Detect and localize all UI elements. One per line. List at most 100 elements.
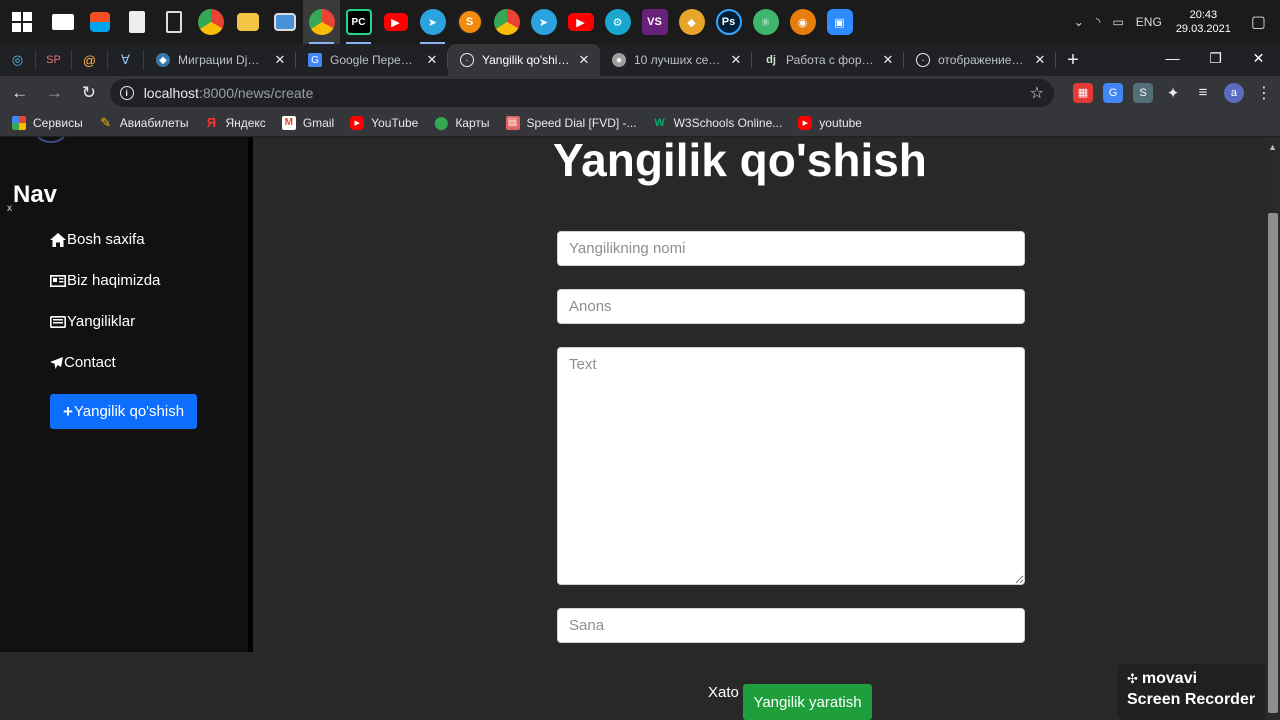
taskbar-file-icon[interactable] [118, 0, 155, 44]
bookmark-youtube[interactable]: ▶ YouTube [350, 115, 418, 130]
pinned-tab-4[interactable]: ∀ [108, 50, 144, 70]
tab-active[interactable]: · Yangilik qo'shish ✕ [448, 44, 600, 76]
taskbar-explorer-icon[interactable] [229, 0, 266, 44]
taskbar-youtube-icon[interactable]: ▶ [562, 0, 599, 44]
extensions-puzzle-icon[interactable]: ✦ [1163, 83, 1183, 103]
bookmark-gmail[interactable]: M Gmail [281, 115, 335, 130]
close-icon[interactable]: ✕ [424, 52, 440, 68]
tab-1[interactable]: ◆ Миграции Django ✕ [144, 44, 296, 76]
taskbar-telegram-icon[interactable]: ➤ [414, 0, 451, 44]
taskbar-blender-icon[interactable]: ◉ [784, 0, 821, 44]
pinned-tab-2[interactable]: SP [36, 50, 72, 70]
sidebar-item-news[interactable]: Yangiliklar [50, 313, 135, 330]
close-icon[interactable]: x [7, 203, 12, 214]
sidebar-item-home[interactable]: Bosh saxifa [50, 231, 145, 248]
extension-translate-icon[interactable]: G [1102, 82, 1123, 103]
reload-icon[interactable]: ↻ [74, 78, 104, 108]
taskbar-zoom-icon[interactable]: ▣ [821, 0, 858, 44]
taskbar-chrome-2-icon[interactable] [488, 0, 525, 44]
tab-4[interactable]: ● 10 лучших серверов ✕ [600, 44, 752, 76]
clock-date: 29.03.2021 [1175, 23, 1231, 35]
taskbar-photoshop-icon[interactable]: Ps [710, 0, 747, 44]
pinned-tab-3[interactable]: @ [72, 50, 108, 70]
language-indicator[interactable]: ENG [1136, 15, 1162, 29]
close-icon[interactable]: ✕ [576, 52, 592, 68]
close-icon[interactable]: ✕ [272, 52, 288, 68]
bookmark-star-icon[interactable]: ☆ [1030, 83, 1044, 103]
close-window-icon[interactable]: ✕ [1237, 44, 1280, 72]
wifi-icon[interactable]: ◝ [1096, 15, 1101, 29]
extensions-area: ▦ G S ✦ ≡ a ⋮ [1068, 82, 1280, 103]
info-icon[interactable]: i [119, 85, 134, 100]
taskbar-youtube-app-icon[interactable]: ▶ [377, 0, 414, 44]
taskbar-chrome-icon[interactable] [192, 0, 229, 44]
news-anons-input[interactable] [557, 289, 1025, 324]
add-news-button-label: Yangilik qo'shish [73, 403, 185, 420]
browser-tab-strip: ◎ SP @ ∀ ◆ Миграции Django ✕ G Google Пе… [0, 44, 1280, 76]
notifications-icon[interactable]: ▢ [1251, 12, 1266, 32]
extension-s-icon[interactable]: S [1132, 82, 1153, 103]
profile-avatar[interactable]: a [1223, 82, 1244, 103]
back-arrow-icon[interactable]: ← [5, 78, 35, 108]
bookmark-yandex[interactable]: Я Яндекс [204, 115, 266, 130]
bookmark-aviabilety[interactable]: ✎ Авиабилеты [99, 114, 189, 130]
taskbar-app-gear-icon[interactable]: ⚙ [599, 0, 636, 44]
more-menu-icon[interactable]: ⋮ [1256, 83, 1272, 103]
page-scrollbar[interactable]: ▲ [1265, 137, 1280, 720]
extension-grid-icon[interactable]: ▦ [1072, 82, 1093, 103]
taskbar-chrome-profile-icon[interactable] [303, 0, 340, 44]
sidebar-item-label: Yangiliklar [67, 313, 136, 330]
restore-icon[interactable]: ❐ [1194, 44, 1237, 72]
chevron-up-icon[interactable]: ⌄ [1074, 15, 1084, 29]
news-text-textarea[interactable] [557, 347, 1025, 585]
bookmark-label: Авиабилеты [119, 115, 189, 130]
taskbar-notepad-icon[interactable] [155, 0, 192, 44]
taskbar-mail-icon[interactable] [44, 0, 81, 44]
bookmark-w3schools[interactable]: W W3Schools Online... [653, 116, 782, 130]
taskbar-pycharm-icon[interactable]: PC [340, 0, 377, 44]
clock[interactable]: 20:43 29.03.2021 [1176, 8, 1231, 36]
taskbar-photos-icon[interactable] [266, 0, 303, 44]
bookmark-maps[interactable]: ⬤ Карты [434, 115, 489, 130]
add-news-button[interactable]: + Yangilik qo'shish [50, 394, 197, 429]
form-footer [0, 652, 1265, 720]
v-logo-icon: ∀ [121, 52, 130, 67]
taskbar-sublime-icon[interactable]: S [451, 0, 488, 44]
bookmark-services[interactable]: Сервисы [12, 115, 83, 130]
address-bar[interactable]: i localhost:8000/news/create ☆ [109, 78, 1054, 107]
tab-5[interactable]: dj Работа с формами ✕ [752, 44, 904, 76]
battery-icon[interactable]: ▭ [1112, 15, 1123, 29]
close-icon[interactable]: ✕ [880, 52, 896, 68]
minimize-icon[interactable]: — [1151, 44, 1194, 72]
news-date-input[interactable] [557, 608, 1025, 643]
new-tab-button[interactable]: + [1056, 44, 1090, 76]
tab-2[interactable]: G Google Переводчик ✕ [296, 44, 448, 76]
taskbar-game-icon[interactable]: ◆ [673, 0, 710, 44]
scroll-up-arrow-icon[interactable]: ▲ [1268, 142, 1277, 152]
windows-start-button[interactable] [0, 0, 44, 44]
w3schools-icon: W [654, 116, 665, 129]
pencil-icon: ✎ [100, 114, 112, 130]
bookmark-speed-dial[interactable]: ▤ Speed Dial [FVD] -... [505, 115, 637, 130]
taskbar-visual-studio-icon[interactable]: VS [636, 0, 673, 44]
close-icon[interactable]: ✕ [1032, 52, 1048, 68]
speed-dial-icon: ▤ [505, 115, 520, 130]
forward-arrow-icon[interactable]: → [40, 78, 70, 108]
taskbar-store-icon[interactable] [81, 0, 118, 44]
page-viewport: Nav x Bosh saxifa Biz haqimizda Yangilik… [0, 137, 1280, 720]
bookmark-youtube-2[interactable]: ▶ youtube [798, 115, 862, 130]
close-icon[interactable]: ✕ [728, 52, 744, 68]
tab-title: Работа с формами [786, 53, 874, 67]
pinned-tab-1[interactable]: ◎ [0, 50, 36, 70]
sidebar-item-contact[interactable]: Contact [50, 354, 116, 371]
taskbar-atom-icon[interactable]: ⚛ [747, 0, 784, 44]
reading-list-icon[interactable]: ≡ [1193, 83, 1213, 103]
news-title-input[interactable] [557, 231, 1025, 266]
create-news-button[interactable]: Yangilik yaratish [743, 684, 872, 720]
taskbar-telegram-2-icon[interactable]: ➤ [525, 0, 562, 44]
sidebar-item-about[interactable]: Biz haqimizda [50, 272, 160, 289]
recorder-watermark: ✣ movavi Screen Recorder [1117, 664, 1265, 720]
bookmark-label: Gmail [302, 115, 335, 130]
tab-6[interactable]: · отображение ошибок ✕ [904, 44, 1056, 76]
scrollbar-thumb[interactable] [1268, 213, 1278, 713]
